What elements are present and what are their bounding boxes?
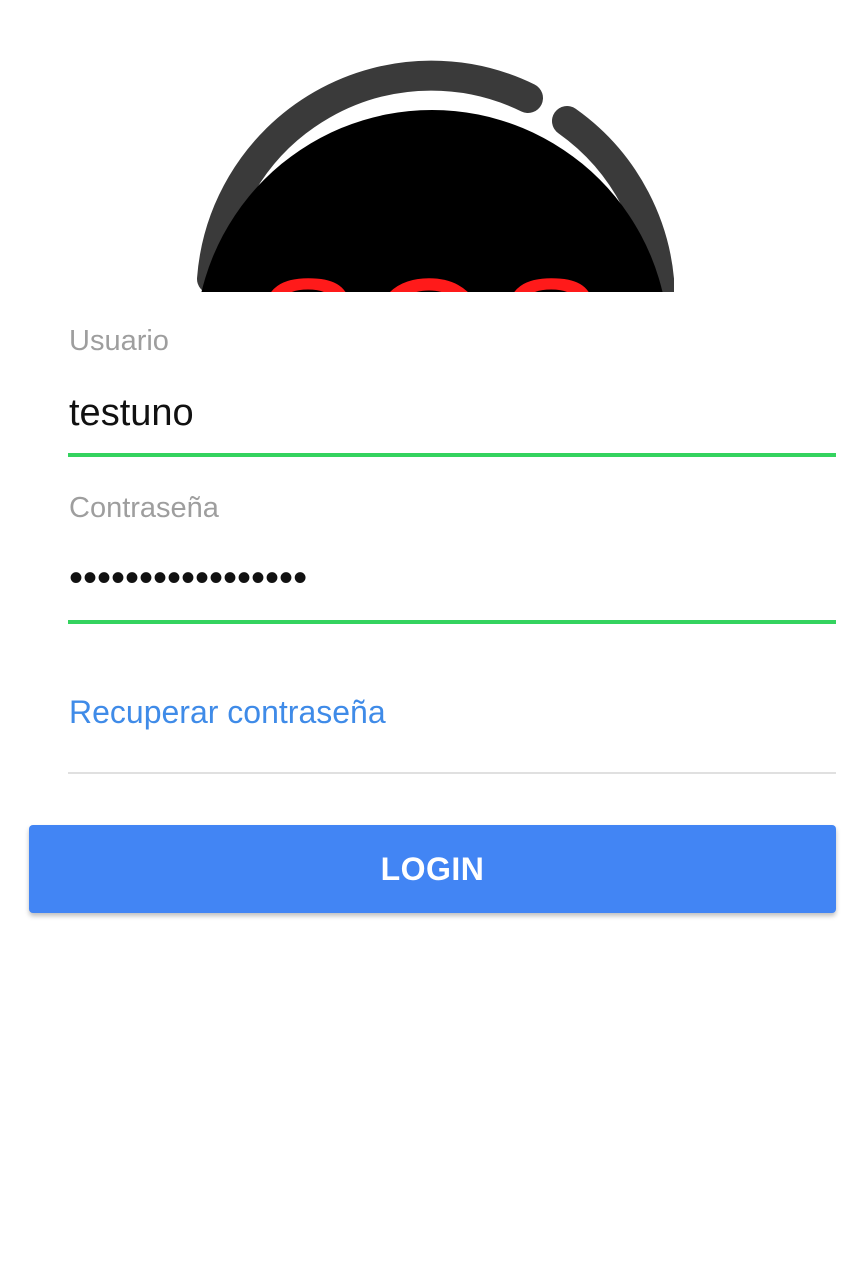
username-label: Usuario	[69, 325, 169, 357]
password-label: Contraseña	[69, 492, 219, 524]
password-input[interactable]: •••••••••••••••••	[69, 548, 307, 608]
divider	[68, 772, 836, 774]
login-button[interactable]: LOGIN	[29, 825, 836, 913]
username-input[interactable]	[69, 388, 835, 438]
app-logo: SOS	[190, 60, 674, 292]
username-underline	[68, 453, 836, 457]
password-underline	[68, 620, 836, 624]
logo-text: SOS	[254, 245, 610, 292]
recover-password-link[interactable]: Recuperar contraseña	[69, 696, 386, 728]
